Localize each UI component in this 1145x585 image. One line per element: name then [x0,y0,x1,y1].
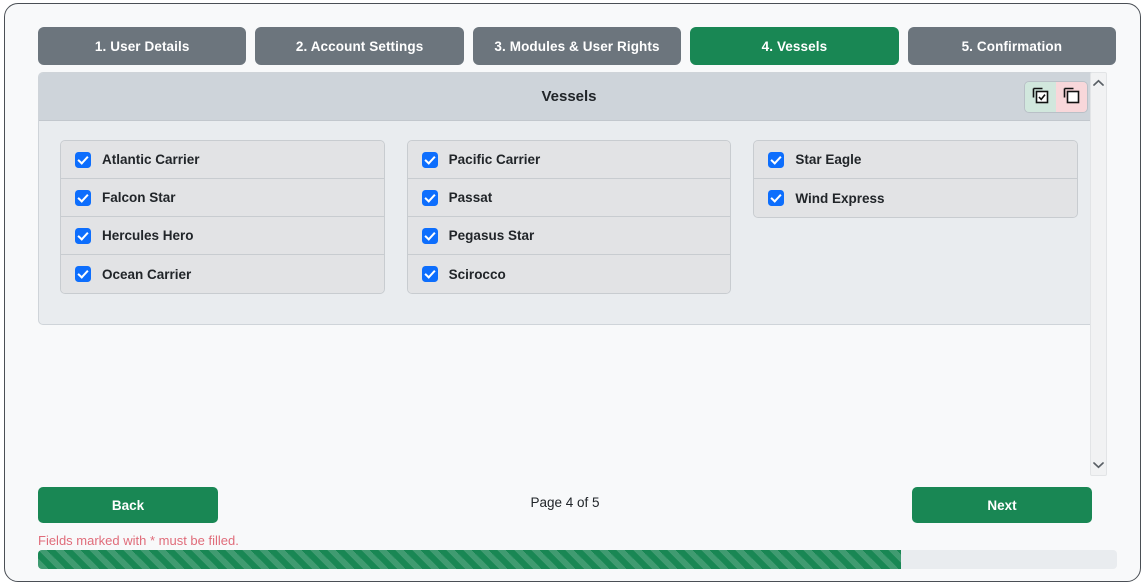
vessel-label: Ocean Carrier [102,266,192,282]
vessel-columns: Atlantic Carrier Falcon Star Hercules Hero… [39,121,1099,294]
vessel-label: Star Eagle [795,152,862,167]
footer-navigation: Back Page 4 of 5 Next [38,487,1092,523]
vessel-row[interactable]: Falcon Star [61,179,384,217]
vessel-column: Pacific Carrier Passat Pegasus Star Scirocc… [406,140,732,294]
next-button[interactable]: Next [912,487,1092,523]
vessel-checkbox[interactable] [75,189,91,206]
progress-bar-track [38,550,1117,569]
vessel-label: Pegasus Star [448,228,535,243]
vessel-label: Hercules Hero [102,228,194,243]
vessel-row[interactable]: Scirocco [407,255,731,293]
chevron-up-icon[interactable] [1091,77,1106,89]
deselect-all-button[interactable] [1056,81,1087,112]
vertical-scrollbar[interactable] [1090,72,1107,476]
vessel-row[interactable]: Passat [407,179,731,217]
select-all-icon [1031,86,1050,108]
vessel-checkbox[interactable] [768,151,785,168]
page-title: Vessels [541,88,597,105]
wizard-tab-1[interactable]: 1. User Details [38,27,247,65]
vessels-panel: Vessels Atlantic Carrier Falcon Star Her… [38,72,1100,325]
vessel-checkbox[interactable] [421,151,438,168]
wizard-tab-2[interactable]: 2. Account Settings [255,27,464,65]
vessel-column: Star Eagle Wind Express [753,140,1079,218]
vessel-row[interactable]: Star Eagle [754,141,1078,179]
vessel-label: Atlantic Carrier [102,152,200,167]
vessel-row[interactable]: Pegasus Star [407,217,731,255]
panel-header: Vessels [39,73,1099,121]
wizard-tab-3[interactable]: 3. Modules & User Rights [472,27,682,65]
vessel-label: Pacific Carrier [448,152,541,167]
progress-bar-fill [38,550,902,569]
wizard-window: 1. User Details 2. Account Settings 3. Mod… [4,3,1141,582]
chevron-down-icon[interactable] [1091,459,1106,471]
vessel-label: Scirocco [448,266,506,282]
wizard-tab-strip: 1. User Details 2. Account Settings 3. Mod… [38,27,1117,65]
vessel-checkbox[interactable] [421,266,438,282]
vessel-row[interactable]: Atlantic Carrier [61,141,384,179]
vessel-row[interactable]: Wind Express [754,179,1078,217]
vessel-checkbox[interactable] [75,266,91,282]
vessel-checkbox[interactable] [768,190,785,206]
vessel-checkbox[interactable] [421,227,438,244]
vessel-row[interactable]: Ocean Carrier [61,255,384,293]
wizard-tab-5[interactable]: 5. Confirmation [907,27,1117,65]
vessel-label: Falcon Star [102,190,176,205]
vessel-label: Passat [448,190,493,205]
bulk-actions-group [1024,80,1088,113]
validation-message: Fields marked with * must be filled. [38,533,239,548]
deselect-all-icon [1062,86,1081,108]
vessel-row[interactable]: Pacific Carrier [407,141,731,179]
vessel-checkbox[interactable] [75,227,91,244]
vessel-checkbox[interactable] [421,189,438,206]
wizard-tab-4[interactable]: 4. Vessels [690,27,899,65]
vessel-checkbox[interactable] [75,151,91,168]
vessel-label: Wind Express [795,190,885,206]
vessel-column: Atlantic Carrier Falcon Star Hercules Hero… [60,140,385,294]
vessel-row[interactable]: Hercules Hero [61,217,384,255]
select-all-button[interactable] [1025,81,1056,112]
